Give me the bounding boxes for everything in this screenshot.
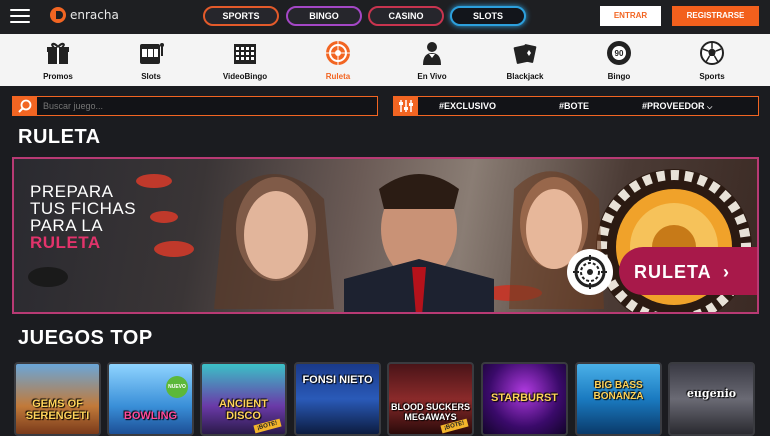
banner-line: TUS FICHAS: [30, 199, 137, 218]
game-title: eugenio: [686, 387, 737, 400]
filter-exclusivo[interactable]: #EXCLUSIVO: [439, 97, 496, 115]
banner-line: PARA LA: [30, 216, 104, 235]
category-label: Sports: [699, 72, 725, 81]
banner-headline: PREPARA TUS FICHAS PARA LA RULETA: [30, 183, 136, 251]
filter-bote[interactable]: #BOTE: [559, 97, 589, 115]
promo-banner[interactable]: PREPARA TUS FICHAS PARA LA RULETA RULETA…: [12, 157, 759, 314]
category-bingo[interactable]: 90 Bingo: [584, 34, 654, 86]
game-tile[interactable]: FONSI NIETO: [294, 362, 381, 436]
category-promos[interactable]: Promos: [23, 34, 93, 86]
category-label: Ruleta: [325, 72, 351, 81]
game-title: STARBURST: [490, 392, 558, 404]
category-label: Slots: [141, 72, 161, 81]
category-ruleta[interactable]: Ruleta: [303, 34, 373, 86]
game-tile[interactable]: NUEVO BOWLING: [107, 362, 194, 436]
top-bar: enracha SPORTS BINGO CASINO SLOTS ENTRAR…: [0, 0, 770, 34]
register-button[interactable]: REGISTRARSE: [672, 6, 759, 26]
category-label: Promos: [43, 72, 73, 81]
logo-text: enracha: [70, 8, 119, 22]
banner-line-highlight: RULETA: [30, 233, 101, 252]
filter-bar: #EXCLUSIVO #BOTE #PROVEEDOR ⌵: [393, 96, 759, 116]
game-title: BOWLING: [123, 410, 178, 422]
chevron-right-icon: ›: [723, 262, 731, 282]
category-sports[interactable]: Sports: [677, 34, 747, 86]
soccer-ball-icon: [700, 41, 724, 65]
svg-text:90: 90: [615, 49, 624, 58]
category-label: VideoBingo: [222, 72, 268, 81]
new-badge: NUEVO: [166, 376, 188, 398]
category-en-vivo[interactable]: En Vivo: [397, 34, 467, 86]
gift-icon: [47, 42, 69, 64]
filter-proveedor[interactable]: #PROVEEDOR ⌵: [642, 97, 712, 115]
game-title: GEMS OF SERENGETI: [25, 398, 90, 422]
bingo-ball-icon: 90: [607, 41, 631, 65]
category-label: En Vivo: [417, 72, 447, 81]
logo-mark-icon: [50, 7, 66, 23]
search-input[interactable]: [43, 97, 363, 115]
search-bar: [12, 96, 378, 116]
roulette-wheel-icon: [567, 249, 613, 295]
category-label: Bingo: [607, 72, 631, 81]
category-blackjack[interactable]: Blackjack: [490, 34, 560, 86]
game-tile[interactable]: ANCIENT DISCO ¡BOTE!: [200, 362, 287, 436]
tab-bingo[interactable]: BINGO: [286, 6, 362, 26]
tab-casino[interactable]: CASINO: [368, 6, 444, 26]
banner-line: PREPARA: [30, 182, 114, 201]
page-title: RULETA: [18, 126, 101, 148]
game-title: ANCIENT DISCO: [219, 398, 268, 422]
roulette-icon: [326, 41, 350, 65]
game-title: BIG BASS BONANZA: [593, 380, 644, 402]
cards-icon: [513, 44, 537, 64]
game-title: FONSI NIETO: [302, 374, 373, 386]
chevron-down-icon: ⌵: [707, 104, 713, 111]
live-dealer-icon: [423, 42, 441, 65]
game-tile[interactable]: GEMS OF SERENGETI: [14, 362, 101, 436]
game-title: BLOOD SUCKERS MEGAWAYS: [391, 402, 471, 422]
filter-sliders-icon[interactable]: [394, 97, 418, 115]
bingo-card-icon: [234, 44, 256, 64]
category-nav: Promos Slots VideoBingo Ruleta En Vivo B…: [0, 34, 770, 86]
banner-cta-label: RULETA ›: [634, 262, 730, 283]
tab-sports[interactable]: SPORTS: [203, 6, 279, 26]
game-tile[interactable]: BIG BASS BONANZA: [575, 362, 662, 436]
slot-machine-icon: [140, 43, 164, 64]
tab-slots[interactable]: SLOTS: [450, 6, 526, 26]
cta-text: RULETA: [634, 262, 711, 282]
login-button[interactable]: ENTRAR: [600, 6, 661, 26]
game-tile[interactable]: BLOOD SUCKERS MEGAWAYS ¡BOTE!: [387, 362, 474, 436]
category-videobingo[interactable]: VideoBingo: [210, 34, 280, 86]
game-tile[interactable]: eugenio: [668, 362, 755, 436]
game-tile[interactable]: STARBURST: [481, 362, 568, 436]
section-title-top-games: JUEGOS TOP: [18, 327, 153, 349]
menu-icon[interactable]: [10, 9, 30, 24]
logo[interactable]: enracha: [50, 7, 119, 23]
category-slots[interactable]: Slots: [116, 34, 186, 86]
filter-proveedor-label: #PROVEEDOR: [642, 101, 705, 111]
search-icon[interactable]: [13, 97, 37, 115]
category-label: Blackjack: [506, 72, 544, 81]
